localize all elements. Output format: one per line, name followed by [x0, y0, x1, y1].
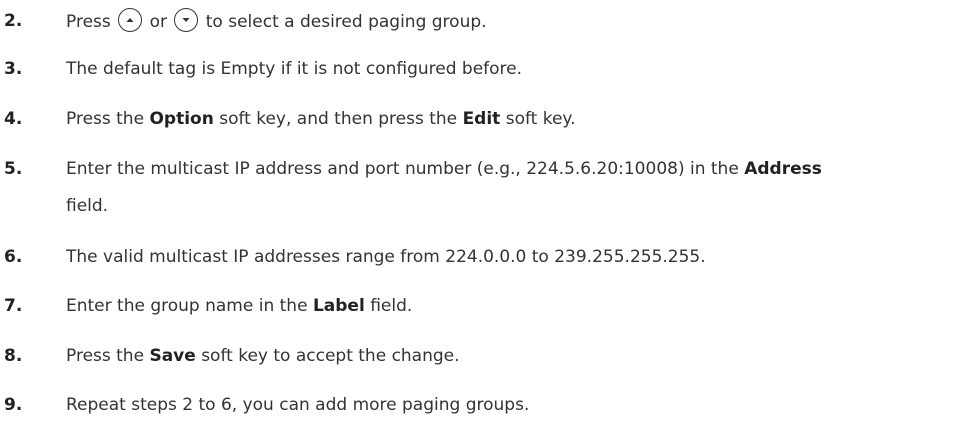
step-text: The default tag is Empty if it is not co…	[66, 59, 523, 79]
step-text-part: or	[149, 12, 167, 32]
step-text: Enter the multicast IP address and port …	[66, 158, 822, 180]
step-text: The valid multicast IP addresses range f…	[66, 247, 706, 267]
step-number: 7.	[4, 296, 23, 316]
step-text-part: Press the	[66, 109, 145, 129]
step-text-part: soft key, and then press the	[219, 109, 458, 129]
step-number: 2.	[4, 11, 23, 31]
step-text: Repeat steps 2 to 6, you can add more pa…	[66, 395, 530, 415]
edit-key-label: Edit	[462, 109, 501, 129]
step-text-part: Press the	[66, 346, 145, 366]
step-number: 3.	[4, 59, 23, 79]
step-number: 8.	[4, 346, 23, 366]
step-text: Enter the group name in the Label field.	[66, 295, 412, 317]
step-number: 5.	[4, 159, 23, 179]
save-key-label: Save	[149, 346, 196, 366]
label-field-label: Label	[312, 296, 365, 316]
up-navigation-key-icon	[118, 8, 143, 32]
step-text-part: soft key.	[505, 109, 576, 129]
step-number: 9.	[4, 395, 23, 415]
step-text-continued: field.	[66, 196, 109, 216]
down-navigation-key-icon	[174, 8, 199, 32]
step-text: Press the Option soft key, and then pres…	[66, 108, 575, 130]
instruction-steps: 2. Press or to select a desired paging g…	[0, 0, 979, 432]
step-text-part: Enter the multicast IP address and port …	[66, 159, 739, 179]
option-key-label: Option	[149, 109, 214, 129]
step-text-part: soft key to accept the change.	[201, 346, 460, 366]
address-field-label: Address	[744, 159, 822, 179]
step-text-part: to select a desired paging group.	[205, 12, 487, 32]
step-text: Press the Save soft key to accept the ch…	[66, 345, 460, 367]
step-text-part: Enter the group name in the	[66, 296, 308, 316]
step-text: Press or to select a desired paging grou…	[66, 8, 487, 34]
step-text-part: Press	[66, 12, 111, 32]
step-number: 4.	[4, 109, 23, 129]
step-text-part: field.	[370, 296, 413, 316]
step-number: 6.	[4, 247, 23, 267]
